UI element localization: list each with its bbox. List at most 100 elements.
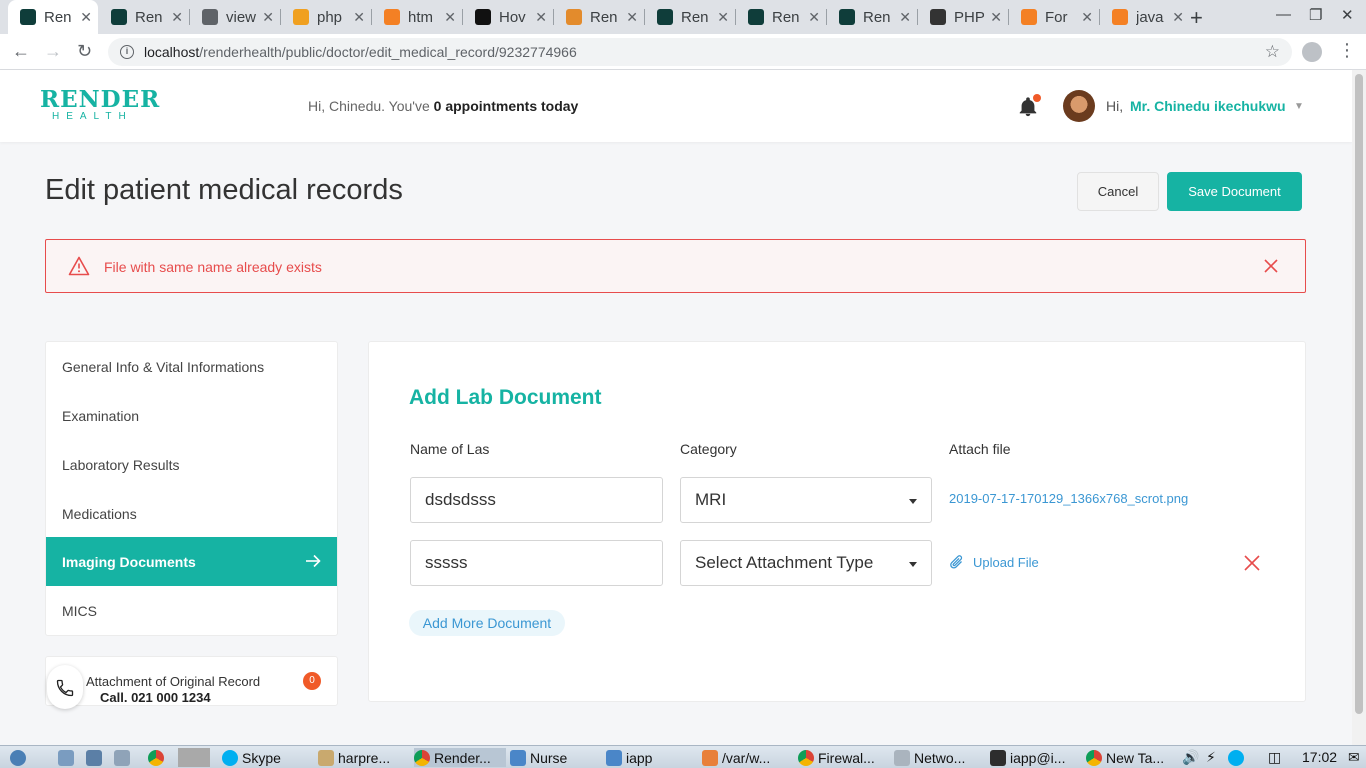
browser-tab[interactable]: view ✕ [190, 0, 280, 34]
category-select-1[interactable]: MRI [680, 477, 932, 523]
os-taskbar: Skype harpre... Render... Nurse iapp /va… [0, 745, 1366, 768]
taskbar-item-skype[interactable]: Skype [222, 748, 314, 767]
file-manager-icon[interactable] [114, 748, 134, 767]
volume-icon[interactable]: 🔊 [1182, 748, 1199, 767]
save-document-button[interactable]: Save Document [1167, 172, 1302, 211]
site-info-icon[interactable]: i [120, 45, 134, 59]
sidebar-item-medications[interactable]: Medications [46, 489, 337, 538]
sidebar-item-imaging-documents[interactable]: Imaging Documents [46, 537, 337, 586]
address-bar[interactable]: i localhost/renderhealth/public/doctor/e… [108, 38, 1292, 66]
browser-tab[interactable]: Ren ✕ [554, 0, 644, 34]
browser-tab[interactable]: Ren ✕ [827, 0, 917, 34]
browser-tab[interactable]: Ren ✕ [8, 0, 98, 34]
tab-close-icon[interactable]: ✕ [80, 9, 92, 26]
skype-tray-icon[interactable] [1228, 748, 1248, 767]
add-more-document-button[interactable]: Add More Document [409, 610, 565, 636]
category-select-value: MRI [695, 490, 727, 509]
taskbar-item-label: Firewal... [818, 749, 875, 766]
browser-tab[interactable]: Hov ✕ [463, 0, 553, 34]
user-menu-chevron-icon[interactable]: ▼ [1294, 101, 1304, 112]
tab-separator [553, 9, 554, 25]
sidebar-item-general-info[interactable]: General Info & Vital Informations [46, 342, 337, 391]
cancel-button[interactable]: Cancel [1077, 172, 1159, 211]
taskbar-item-terminal[interactable]: iapp@i... [990, 748, 1082, 767]
taskbar-item-var-w[interactable]: /var/w... [702, 748, 794, 767]
sidebar-item-laboratory-results[interactable]: Laboratory Results [46, 440, 337, 489]
alert-close-icon[interactable] [1262, 257, 1280, 275]
taskbar-item-iapp[interactable]: iapp [606, 748, 698, 767]
tab-close-icon[interactable]: ✕ [899, 9, 911, 26]
tab-close-icon[interactable]: ✕ [808, 9, 820, 26]
power-icon[interactable]: ⚡ [1206, 748, 1216, 767]
scrollbar-thumb[interactable] [1355, 74, 1363, 714]
taskbar-item-nurse[interactable]: Nurse [510, 748, 602, 767]
call-support-widget[interactable] [47, 665, 83, 709]
restore-icon[interactable]: ❐ [1309, 6, 1322, 24]
tab-close-icon[interactable]: ✕ [262, 9, 274, 26]
notifications-tray-icon[interactable]: ✉ [1348, 748, 1360, 767]
browser-tab[interactable]: Ren ✕ [736, 0, 826, 34]
tab-close-icon[interactable]: ✕ [990, 9, 1002, 26]
tab-close-icon[interactable]: ✕ [535, 9, 547, 26]
browser-tab[interactable]: For ✕ [1009, 0, 1099, 34]
logo-subtext: HEALTH [52, 111, 133, 122]
remove-row-icon[interactable] [1243, 554, 1261, 572]
profile-icon[interactable] [1302, 42, 1322, 62]
tab-favicon-icon [930, 9, 946, 25]
reload-icon[interactable]: ↻ [77, 41, 92, 62]
tab-close-icon[interactable]: ✕ [353, 9, 365, 26]
browser-tab[interactable]: htm ✕ [372, 0, 462, 34]
user-name-link[interactable]: Mr. Chinedu ikechukwu [1130, 98, 1286, 114]
taskbar-blank-slot[interactable] [178, 748, 210, 767]
tab-separator [189, 9, 190, 25]
minimize-icon[interactable]: — [1276, 6, 1291, 23]
tab-close-icon[interactable]: ✕ [626, 9, 638, 26]
browser-tab[interactable]: Ren ✕ [645, 0, 735, 34]
browser-tab[interactable]: Ren ✕ [99, 0, 189, 34]
browser-tab[interactable]: PHP ✕ [918, 0, 1008, 34]
tab-close-icon[interactable]: ✕ [171, 9, 183, 26]
category-select-value: Select Attachment Type [695, 553, 874, 572]
browser-menu-icon[interactable]: ⋮ [1338, 40, 1356, 61]
tab-close-icon[interactable]: ✕ [1081, 9, 1093, 26]
tab-close-icon[interactable]: ✕ [444, 9, 456, 26]
tab-title: PHP [954, 8, 985, 26]
sidebar-item-mics[interactable]: MICS [46, 586, 337, 635]
sidebar-item-examination[interactable]: Examination [46, 391, 337, 440]
workspace-icon[interactable] [86, 748, 106, 767]
start-menu-icon[interactable] [10, 748, 30, 767]
document-name-input-2[interactable] [410, 540, 663, 586]
column-header-category: Category [680, 441, 737, 457]
network-tray-icon[interactable]: ◫ [1268, 748, 1281, 767]
bookmark-star-icon[interactable]: ☆ [1265, 42, 1280, 62]
tab-close-icon[interactable]: ✕ [1172, 9, 1184, 26]
back-icon[interactable]: ← [12, 41, 30, 62]
category-select-2[interactable]: Select Attachment Type [680, 540, 932, 586]
page-scrollbar[interactable] [1352, 70, 1366, 746]
taskbar-item-firewall[interactable]: Firewal... [798, 748, 890, 767]
taskbar-item-new-tab[interactable]: New Ta... [1086, 748, 1178, 767]
attached-file-link[interactable]: 2019-07-17-170129_1366x768_scrot.png [949, 491, 1188, 506]
taskbar-item-render[interactable]: Render... [414, 748, 506, 767]
tab-favicon-icon [657, 9, 673, 25]
document-name-input-1[interactable] [410, 477, 663, 523]
chrome-launcher-icon[interactable] [148, 748, 168, 767]
show-desktop-icon[interactable] [58, 748, 78, 767]
tab-favicon-icon [748, 9, 764, 25]
page-title: Edit patient medical records [45, 174, 403, 206]
render-health-logo[interactable]: RENDER HEALTH [40, 88, 160, 122]
close-window-icon[interactable]: ✕ [1341, 6, 1354, 24]
tab-favicon-icon [293, 9, 309, 25]
taskbar-item-label: iapp@i... [1010, 749, 1066, 766]
tab-title: Hov [499, 8, 526, 26]
browser-tab[interactable]: java ✕ [1100, 0, 1190, 34]
taskbar-item-harpre[interactable]: harpre... [318, 748, 410, 767]
taskbar-item-network[interactable]: Netwo... [894, 748, 986, 767]
forward-icon[interactable]: → [44, 41, 62, 62]
new-tab-button[interactable]: + [1190, 5, 1203, 31]
avatar[interactable] [1063, 90, 1095, 122]
url-path: /renderhealth/public/doctor/edit_medical… [199, 44, 577, 60]
upload-file-button[interactable]: Upload File [949, 553, 1039, 571]
tab-close-icon[interactable]: ✕ [717, 9, 729, 26]
browser-tab[interactable]: php ✕ [281, 0, 371, 34]
